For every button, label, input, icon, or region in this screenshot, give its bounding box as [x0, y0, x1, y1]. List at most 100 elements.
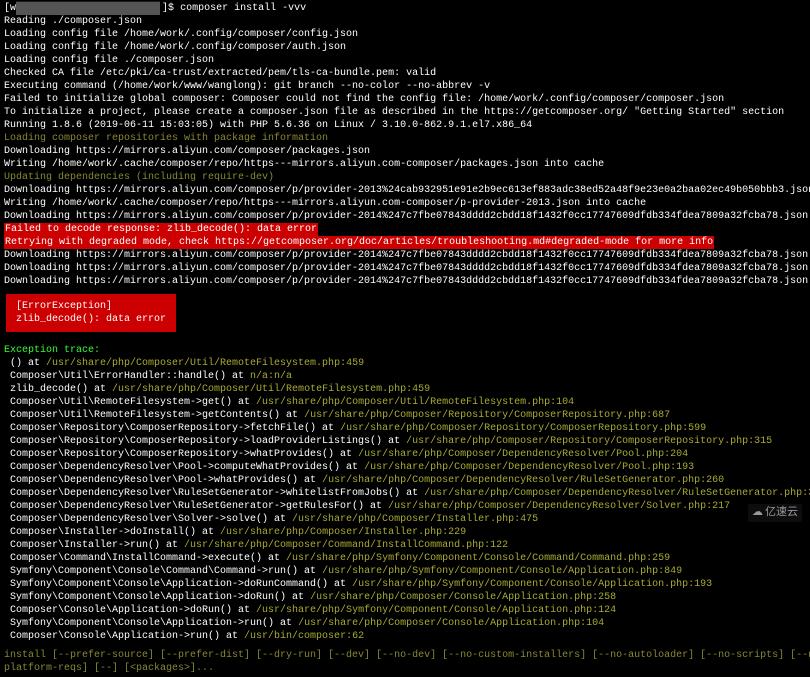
output-line: Downloading https://mirrors.aliyun.com/c… [4, 262, 806, 275]
trace-path: /usr/share/php/Symfony/Component/Console… [352, 579, 712, 590]
output-line: Downloading https://mirrors.aliyun.com/c… [4, 275, 806, 288]
watermark-text: 亿速云 [765, 507, 798, 519]
trace-path: /usr/share/php/Composer/Util/RemoteFiles… [256, 397, 574, 408]
prompt-line: [w████████████████████████]$ composer in… [4, 2, 806, 15]
trace-call: Composer\DependencyResolver\Pool->comput… [4, 462, 364, 473]
pre-block-2: Downloading https://mirrors.aliyun.com/c… [4, 145, 806, 171]
terminal-output: [w████████████████████████]$ composer in… [0, 0, 810, 677]
status-loading-repos: Loading composer repositories with packa… [4, 132, 806, 145]
output-line: Loading config file ./composer.json [4, 54, 806, 67]
output-line: Loading config file /home/work/.config/c… [4, 28, 806, 41]
trace-path: /usr/bin/composer:62 [244, 631, 364, 642]
trace-path: /usr/share/php/Composer/Repository/Compo… [304, 410, 670, 421]
trace-call: Composer\DependencyResolver\RuleSetGener… [4, 501, 388, 512]
output-line: Reading ./composer.json [4, 15, 806, 28]
error-decode-text: Failed to decode response: zlib_decode()… [4, 223, 318, 236]
trace-path: /usr/share/php/Composer/Util/RemoteFiles… [112, 384, 430, 395]
trace-path: /usr/share/php/Composer/Console/Applicat… [298, 618, 604, 629]
trace-path: /usr/share/php/Composer/Repository/Compo… [406, 436, 772, 447]
redacted-user: ████████████████████████ [16, 2, 160, 15]
trace-call: Symfony\Component\Console\Application->d… [4, 592, 310, 603]
output-line: Writing /home/work/.cache/composer/repo/… [4, 158, 806, 171]
trace-path: /usr/share/php/Composer/DependencyResolv… [322, 475, 724, 486]
trace-call: Composer\Util\RemoteFilesystem->get() at [4, 397, 256, 408]
pre-block-1: Reading ./composer.jsonLoading config fi… [4, 15, 806, 132]
trace-line: Composer\Command\InstallCommand->execute… [4, 552, 806, 565]
command-text: composer install -vvv [180, 3, 306, 14]
trace-path: /usr/share/php/Symfony/Component/Console… [322, 566, 682, 577]
trace-line: Symfony\Component\Console\Application->r… [4, 617, 806, 630]
trace-line: Composer\DependencyResolver\Pool->whatPr… [4, 474, 806, 487]
output-line: Downloading https://mirrors.aliyun.com/c… [4, 184, 806, 197]
trace-line: Composer\Console\Application->doRun() at… [4, 604, 806, 617]
trace-line: Composer\Installer->doInstall() at /usr/… [4, 526, 806, 539]
trace-line: Symfony\Component\Console\Application->d… [4, 591, 806, 604]
exception-trace-list: () at /usr/share/php/Composer/Util/Remot… [4, 357, 806, 643]
trace-call: Composer\Util\RemoteFilesystem->getConte… [4, 410, 304, 421]
error-retry-text: Retrying with degraded mode, check https… [4, 236, 714, 249]
trace-call: zlib_decode() at [4, 384, 112, 395]
trace-call: Composer\Console\Application->doRun() at [4, 605, 256, 616]
trace-path: /usr/share/php/Composer/Command/InstallC… [184, 540, 508, 551]
output-line: Loading config file /home/work/.config/c… [4, 41, 806, 54]
pre-block-4: Downloading https://mirrors.aliyun.com/c… [4, 249, 806, 288]
error-retry-line: Retrying with degraded mode, check https… [4, 236, 806, 249]
trace-call: Composer\Command\InstallCommand->execute… [4, 553, 286, 564]
trace-path: /usr/share/php/Composer/Util/RemoteFiles… [46, 358, 364, 369]
trace-path: n/a:n/a [250, 371, 292, 382]
trace-path: /usr/share/php/Composer/DependencyResolv… [364, 462, 694, 473]
trace-line: Composer\Console\Application->run() at /… [4, 630, 806, 643]
trace-line: Composer\Repository\ComposerRepository->… [4, 448, 806, 461]
trace-line: Composer\DependencyResolver\Pool->comput… [4, 461, 806, 474]
output-line: To initialize a project, please create a… [4, 106, 806, 119]
trace-path: /usr/share/php/Composer/Repository/Compo… [340, 423, 706, 434]
error-box-line1: [ErrorException] [16, 300, 166, 313]
trace-line: Composer\Util\ErrorHandler::handle() at … [4, 370, 806, 383]
cloud-icon: ☁ [752, 506, 763, 520]
trace-line: zlib_decode() at /usr/share/php/Composer… [4, 383, 806, 396]
trace-line: Composer\DependencyResolver\RuleSetGener… [4, 487, 806, 500]
error-box-line2: zlib_decode(): data error [16, 313, 166, 326]
trace-call: Composer\Repository\ComposerRepository->… [4, 449, 358, 460]
trace-line: Composer\DependencyResolver\Solver->solv… [4, 513, 806, 526]
trace-path: /usr/share/php/Composer/DependencyResolv… [358, 449, 688, 460]
trace-call: Composer\DependencyResolver\Solver->solv… [4, 514, 292, 525]
output-line: Running 1.8.6 (2019-06-11 15:03:05) with… [4, 119, 806, 132]
trace-call: Composer\Repository\ComposerRepository->… [4, 436, 406, 447]
status-updating-deps: Updating dependencies (including require… [4, 171, 806, 184]
trace-path: /usr/share/php/Composer/DependencyResolv… [388, 501, 730, 512]
output-line: Executing command (/home/work/www/wanglo… [4, 80, 806, 93]
trace-path: /usr/share/php/Symfony/Component/Console… [286, 553, 670, 564]
error-decode-line: Failed to decode response: zlib_decode()… [4, 223, 806, 236]
trace-call: Symfony\Component\Console\Application->r… [4, 618, 298, 629]
trace-call: Composer\Console\Application->run() at [4, 631, 244, 642]
trace-call: Composer\Installer->doInstall() at [4, 527, 220, 538]
output-line: Writing /home/work/.cache/composer/repo/… [4, 197, 806, 210]
trace-path: /usr/share/php/Composer/Console/Applicat… [310, 592, 616, 603]
trace-line: Composer\Repository\ComposerRepository->… [4, 422, 806, 435]
output-line: Downloading https://mirrors.aliyun.com/c… [4, 249, 806, 262]
trace-line: Composer\Util\RemoteFilesystem->getConte… [4, 409, 806, 422]
usage-line: install [--prefer-source] [--prefer-dist… [4, 649, 806, 675]
trace-call: Composer\Installer->run() at [4, 540, 184, 551]
trace-line: () at /usr/share/php/Composer/Util/Remot… [4, 357, 806, 370]
trace-line: Composer\DependencyResolver\RuleSetGener… [4, 500, 806, 513]
trace-line: Composer\Installer->run() at /usr/share/… [4, 539, 806, 552]
error-exception-box: [ErrorException] zlib_decode(): data err… [6, 294, 176, 332]
output-line: Downloading https://mirrors.aliyun.com/c… [4, 145, 806, 158]
trace-path: /usr/share/php/Symfony/Component/Console… [256, 605, 616, 616]
output-line: Downloading https://mirrors.aliyun.com/c… [4, 210, 806, 223]
pre-block-3: Downloading https://mirrors.aliyun.com/c… [4, 184, 806, 223]
trace-call: Composer\DependencyResolver\RuleSetGener… [4, 488, 424, 499]
trace-path: /usr/share/php/Composer/Installer.php:22… [220, 527, 466, 538]
trace-call: Composer\Repository\ComposerRepository->… [4, 423, 340, 434]
trace-path: /usr/share/php/Composer/DependencyResolv… [424, 488, 810, 499]
trace-line: Composer\Repository\ComposerRepository->… [4, 435, 806, 448]
trace-line: Composer\Util\RemoteFilesystem->get() at… [4, 396, 806, 409]
trace-call: Composer\DependencyResolver\Pool->whatPr… [4, 475, 322, 486]
output-line: Checked CA file /etc/pki/ca-trust/extrac… [4, 67, 806, 80]
trace-call: Composer\Util\ErrorHandler::handle() at [4, 371, 250, 382]
trace-call: () at [4, 358, 46, 369]
trace-line: Symfony\Component\Console\Application->d… [4, 578, 806, 591]
watermark-badge: ☁亿速云 [748, 504, 802, 522]
